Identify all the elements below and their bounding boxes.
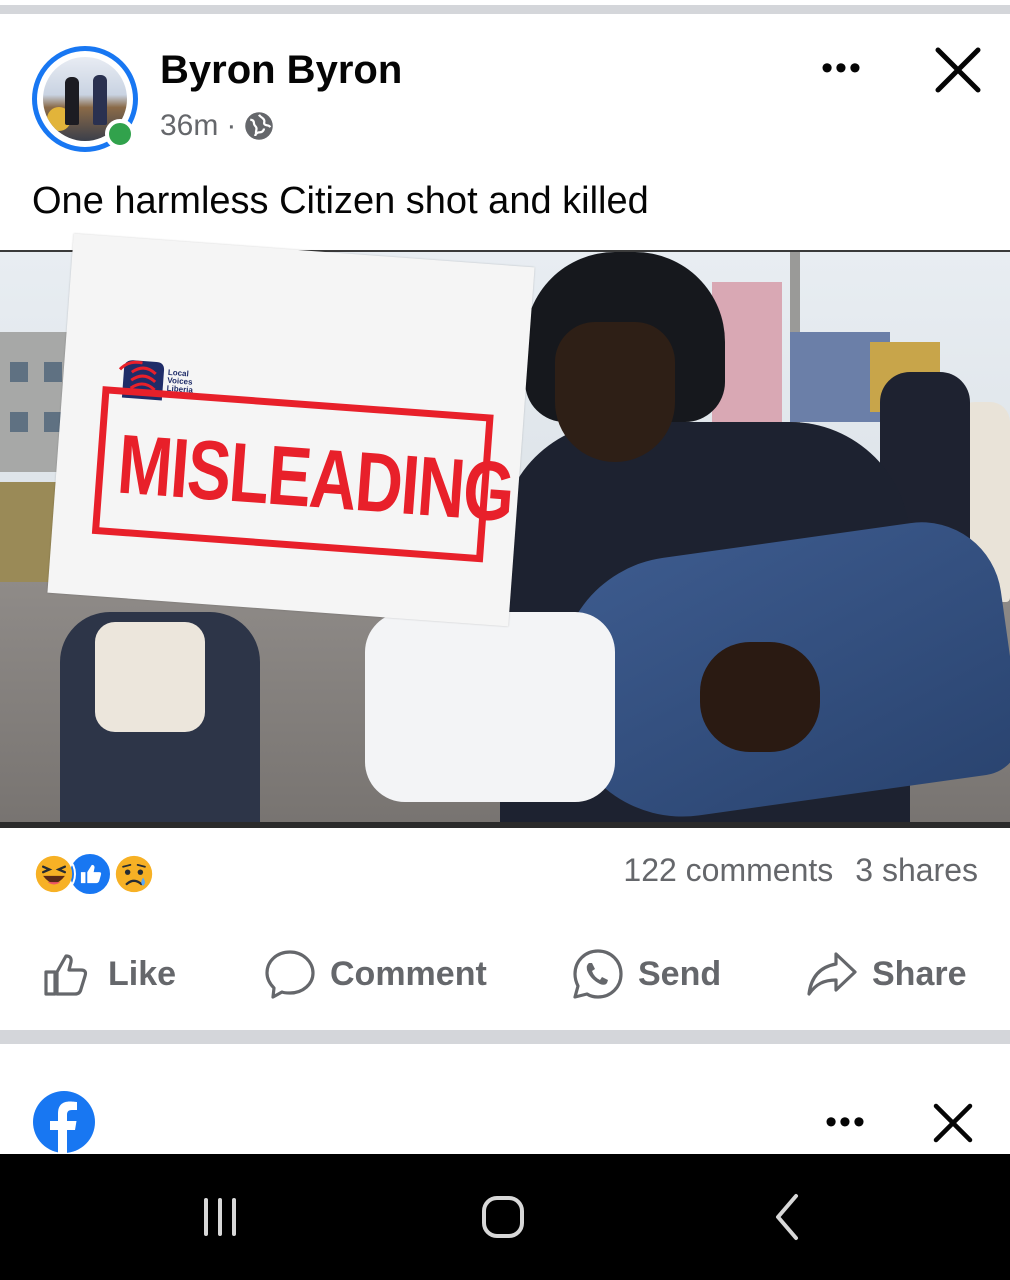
- thumbs-up-icon: [44, 954, 88, 996]
- share-button[interactable]: Share: [806, 944, 967, 1004]
- like-button[interactable]: Like: [42, 944, 176, 1004]
- feed-separator: [0, 1030, 1010, 1044]
- post-meta: 36m ·: [160, 108, 274, 144]
- next-post-close-icon[interactable]: [930, 1100, 976, 1146]
- share-label: Share: [872, 954, 967, 993]
- comment-label: Comment: [330, 954, 487, 993]
- author-avatar[interactable]: [32, 46, 138, 152]
- post-time[interactable]: 36m: [160, 109, 218, 143]
- comment-icon: [265, 950, 315, 999]
- misleading-label: MISLEADING: [114, 416, 517, 540]
- send-label: Send: [638, 954, 722, 993]
- share-arrow-icon: [807, 952, 857, 996]
- back-icon[interactable]: [748, 1182, 828, 1252]
- reactions-summary[interactable]: [32, 852, 162, 896]
- more-options-icon: •••: [825, 1103, 867, 1141]
- send-button[interactable]: Send: [572, 944, 721, 1004]
- whatsapp-icon: [573, 949, 623, 999]
- globe-icon: [245, 112, 274, 140]
- system-navigation-bar: [0, 1154, 1010, 1280]
- engagement-counts: 122 comments 3 shares: [623, 852, 978, 889]
- haha-icon: [32, 852, 76, 896]
- next-post-more-button[interactable]: •••: [816, 1104, 876, 1140]
- meta-separator: ·: [226, 109, 237, 142]
- comments-count[interactable]: 122 comments: [623, 852, 833, 888]
- close-icon[interactable]: [930, 42, 986, 98]
- home-icon[interactable]: [463, 1182, 543, 1252]
- author-name[interactable]: Byron Byron: [160, 48, 402, 93]
- online-status-dot: [105, 119, 135, 149]
- more-options-button[interactable]: •••: [812, 50, 872, 86]
- fact-check-overlay: Local Voices Liberia MISLEADING: [47, 233, 535, 627]
- comment-button[interactable]: Comment: [264, 944, 487, 1004]
- sad-icon: [112, 852, 156, 896]
- shares-count[interactable]: 3 shares: [855, 852, 978, 888]
- recent-apps-icon[interactable]: [180, 1182, 260, 1252]
- feed-separator-top: [0, 0, 1010, 16]
- more-options-icon: •••: [821, 49, 863, 87]
- post-text: One harmless Citizen shot and killed: [32, 180, 649, 222]
- like-label: Like: [108, 954, 177, 993]
- misleading-stamp: MISLEADING: [91, 386, 517, 563]
- facebook-logo-icon[interactable]: [32, 1090, 96, 1154]
